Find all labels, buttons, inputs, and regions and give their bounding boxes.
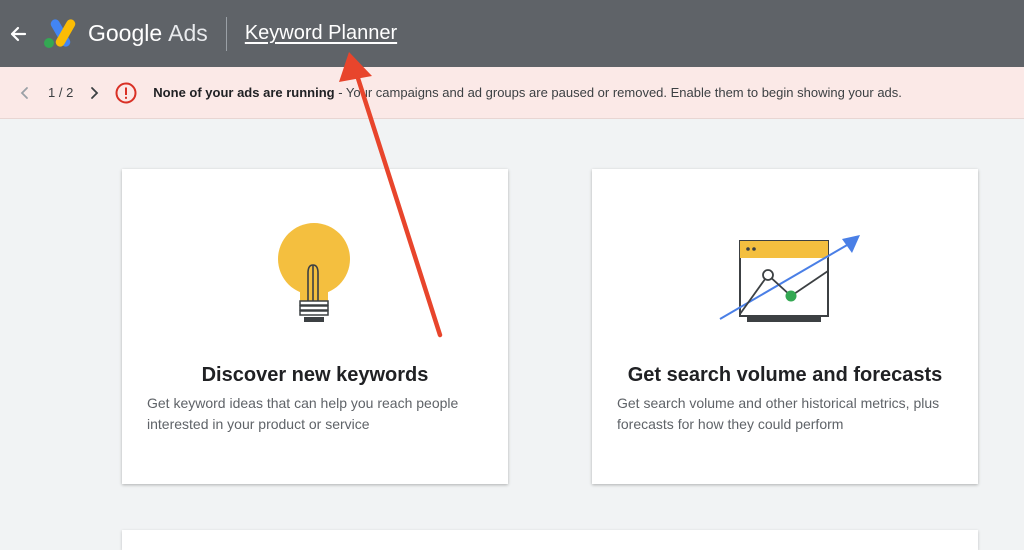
chevron-right-icon[interactable]	[87, 86, 101, 100]
chevron-left-icon[interactable]	[18, 86, 32, 100]
brand-ads-text: Ads	[168, 20, 208, 46]
notification-bar: 1 / 2 None of your ads are running - You…	[0, 67, 1024, 119]
chart-forecast-icon	[719, 235, 860, 322]
search-volume-card[interactable]: Get search volume and forecasts Get sear…	[592, 169, 978, 484]
notification-detail: - Your campaigns and ad groups are pause…	[334, 85, 902, 100]
notification-headline: None of your ads are running	[153, 85, 335, 100]
keyword-planner-title[interactable]: Keyword Planner	[245, 22, 397, 45]
card-title: Get search volume and forecasts	[627, 364, 943, 386]
bottom-card-partial	[122, 530, 978, 550]
card-description: Get keyword ideas that can help you reac…	[147, 395, 459, 432]
notification-message: None of your ads are running - Your camp…	[153, 85, 902, 100]
discover-keywords-card[interactable]: Discover new keywords Get keyword ideas …	[122, 169, 508, 484]
top-bar: Google Ads Keyword Planner	[0, 0, 1024, 67]
notification-pager: 1 / 2	[48, 85, 74, 100]
google-ads-brand: Google Ads	[88, 20, 208, 47]
lightbulb-icon	[278, 223, 350, 322]
alert-circle-icon	[115, 82, 137, 103]
google-ads-logo[interactable]	[42, 18, 76, 49]
brand-google-text: Google	[88, 20, 163, 46]
card-title: Discover new keywords	[201, 364, 429, 386]
card-description: Get search volume and other historical m…	[617, 395, 940, 432]
arrow-back-icon[interactable]	[8, 24, 28, 44]
header-divider	[225, 16, 227, 51]
